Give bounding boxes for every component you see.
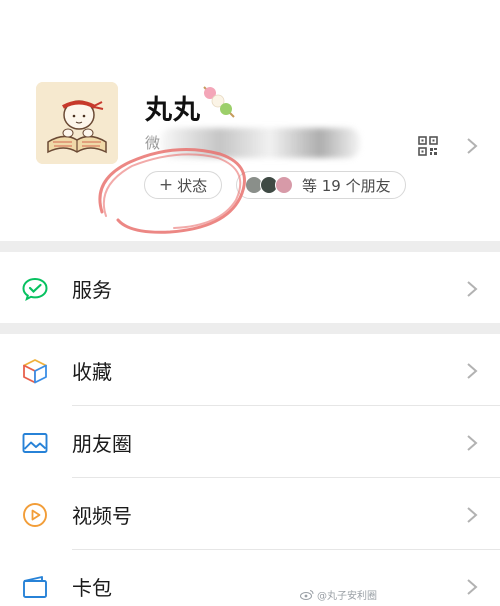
favorites-cube-icon: [23, 359, 47, 384]
menu-label: 服务: [72, 278, 112, 302]
menu-label: 朋友圈: [72, 432, 132, 456]
qr-code-icon[interactable]: [418, 136, 438, 156]
section-gap: [0, 323, 500, 334]
weibo-watermark: @丸子安利圈: [300, 587, 377, 602]
menu-label: 收藏: [72, 360, 112, 384]
profile-header[interactable]: 丸丸 微 + 状态 等 19 个朋友: [0, 0, 500, 241]
watermark-text: @丸子安利圈: [317, 591, 377, 602]
weibo-icon: [300, 590, 314, 600]
wechat-id: 微: [145, 134, 161, 152]
menu-item-favorites[interactable]: 收藏: [0, 334, 500, 406]
menu-item-card-wallet[interactable]: 卡包: [0, 550, 500, 606]
avatar[interactable]: [36, 82, 118, 164]
chevron-right-icon: [467, 281, 478, 297]
add-status-button[interactable]: + 状态: [144, 171, 222, 199]
moments-picture-icon: [22, 433, 48, 453]
menu-label: 视频号: [72, 504, 132, 528]
plus-icon: +: [158, 174, 174, 195]
chevron-right-icon[interactable]: [466, 137, 478, 155]
card-wallet-icon: [23, 576, 47, 598]
dango-emoji-icon: [203, 86, 235, 118]
menu-item-moments[interactable]: 朋友圈: [0, 406, 500, 478]
status-label: 状态: [177, 176, 208, 195]
friends-status-pill[interactable]: 等 19 个朋友: [236, 171, 406, 199]
friends-count-text: 等 19 个朋友: [302, 176, 391, 195]
section-gap: [0, 241, 500, 252]
chevron-right-icon: [467, 435, 478, 451]
me-page: 丸丸 微 + 状态 等 19 个朋友 服务 收藏 朋友圈 视频号 卡包 @丸子安…: [0, 0, 500, 606]
chevron-right-icon: [467, 579, 478, 595]
avatar-illustration: [36, 82, 118, 164]
friend-avatar: [275, 176, 293, 194]
redacted-id-blur: [160, 128, 360, 158]
nickname: 丸丸: [145, 95, 201, 126]
chevron-right-icon: [467, 507, 478, 523]
channels-play-icon: [23, 503, 47, 527]
menu-item-channels[interactable]: 视频号: [0, 478, 500, 550]
menu-label: 卡包: [72, 576, 112, 600]
menu-item-services[interactable]: 服务: [0, 252, 500, 324]
wechat-pay-icon: [22, 277, 48, 301]
chevron-right-icon: [467, 363, 478, 379]
